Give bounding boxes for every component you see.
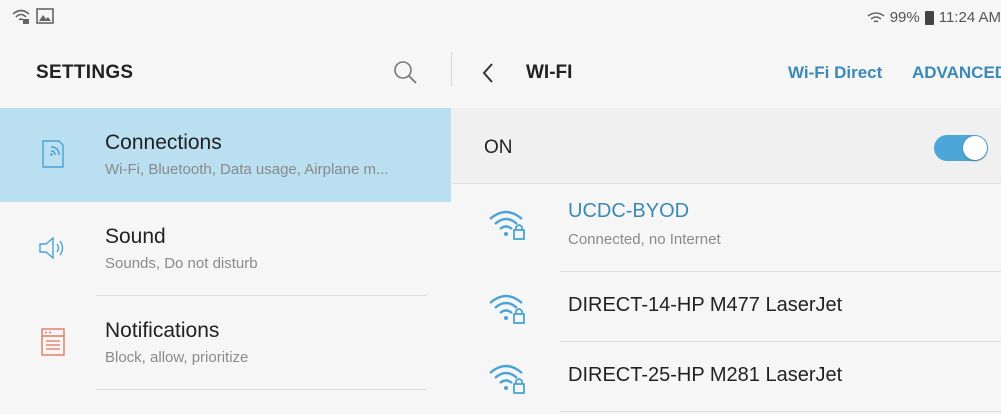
status-right: 99% 11:24 AM [867,9,1001,26]
wifi-status-icon [12,9,30,24]
search-icon[interactable] [390,58,420,88]
notifications-icon [41,328,65,356]
network-item-direct-25[interactable]: DIRECT-25-HP M281 LaserJet [452,342,1001,412]
status-left [12,8,54,24]
menu-item-sound[interactable]: Sound Sounds, Do not disturb [0,202,451,296]
battery-percent: 99% [889,9,920,26]
menu-item-subtitle: Block, allow, prioritize [105,349,249,366]
wifi-direct-button[interactable]: Wi-Fi Direct [788,63,882,83]
settings-panel: SETTINGS Connections Wi-Fi, Bluetooth, D… [0,36,451,414]
network-status: Connected, no Internet [568,231,721,248]
menu-item-title: Connections [105,131,222,154]
network-name: UCDC-BYOD [568,200,690,222]
wifi-locked-icon [489,364,525,394]
battery-icon [924,10,934,25]
network-item-direct-14[interactable]: DIRECT-14-HP M477 LaserJet [452,272,1001,342]
wifi-locked-icon [489,210,525,240]
clock: 11:24 AM [938,9,1001,26]
menu-item-title: Notifications [105,319,220,342]
menu-item-title: Sound [105,225,166,248]
settings-header: SETTINGS [0,36,451,108]
connections-icon [42,140,64,168]
wifi-locked-icon [489,294,525,324]
wifi-toggle-row[interactable]: ON [452,108,1001,184]
sound-icon [39,236,64,260]
network-name: DIRECT-25-HP M281 LaserJet [568,364,843,386]
wifi-signal-icon [867,11,885,23]
menu-item-connections[interactable]: Connections Wi-Fi, Bluetooth, Data usage… [0,108,451,202]
menu-item-subtitle: Sounds, Do not disturb [105,255,258,272]
network-name: DIRECT-14-HP M477 LaserJet [568,294,843,316]
wifi-toggle-label: ON [484,137,513,158]
divider [96,389,427,390]
menu-item-subtitle: Wi-Fi, Bluetooth, Data usage, Airplane m… [105,161,389,178]
toggle-knob [963,136,987,160]
network-item-ucdc-byod[interactable]: UCDC-BYOD Connected, no Internet [452,186,1001,272]
back-arrow-icon[interactable] [476,58,500,88]
gallery-notification-icon [36,8,54,24]
settings-title: SETTINGS [36,62,134,83]
wifi-panel: WI-FI Wi-Fi Direct ADVANCED ON UCDC-BYOD… [452,36,1001,414]
menu-item-notifications[interactable]: Notifications Block, allow, prioritize [0,296,451,390]
advanced-button[interactable]: ADVANCED [912,63,1001,83]
divider [560,411,1001,412]
page-title: WI-FI [526,62,573,83]
status-bar: 99% 11:24 AM [0,0,1001,36]
wifi-toggle[interactable] [934,135,988,161]
